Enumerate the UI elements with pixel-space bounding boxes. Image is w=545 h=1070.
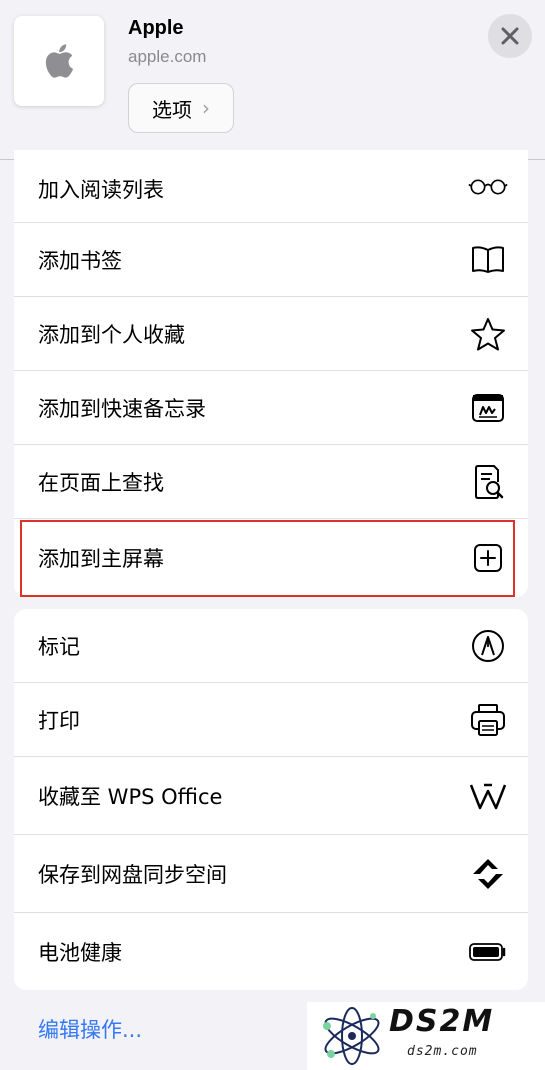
- site-icon: [14, 16, 104, 106]
- menu-item-label: 添加书签: [38, 249, 122, 273]
- markup-pen-icon: [468, 626, 508, 666]
- site-title: Apple: [128, 17, 184, 39]
- menu-item-label: 添加到快速备忘录: [38, 397, 206, 421]
- printer-icon: [468, 700, 508, 740]
- action-list-secondary: 标记 打印 收藏至 WPS Office 保存到网盘同步空间 电池健康: [14, 609, 528, 990]
- menu-item-print[interactable]: 打印: [14, 683, 528, 757]
- options-button[interactable]: 选项 ›: [128, 83, 234, 133]
- menu-item-label: 加入阅读列表: [38, 178, 164, 202]
- atom-logo-icon: [323, 1007, 380, 1065]
- close-icon: [501, 27, 519, 45]
- options-label: 选项: [152, 97, 192, 122]
- menu-item-label: 添加到个人收藏: [38, 323, 185, 347]
- book-icon: [468, 240, 508, 280]
- star-icon: [468, 314, 508, 354]
- battery-icon: [468, 932, 508, 972]
- menu-item-label: 标记: [38, 635, 80, 659]
- menu-item-label: 收藏至 WPS Office: [38, 785, 223, 809]
- action-list-primary: 加入阅读列表 添加书签 添加到个人收藏 添加到快速备忘录 在页面上查找 添加到主…: [14, 150, 528, 597]
- glasses-icon: [468, 167, 508, 207]
- menu-item-markup[interactable]: 标记: [14, 609, 528, 683]
- menu-item-label: 保存到网盘同步空间: [38, 863, 227, 887]
- watermark-brand: DS2M: [389, 1004, 495, 1039]
- menu-item-sync-space[interactable]: 保存到网盘同步空间: [14, 835, 528, 913]
- menu-item-label: 打印: [38, 709, 80, 733]
- apple-logo-icon: [45, 44, 74, 78]
- quick-note-icon: [468, 388, 508, 428]
- plus-square-icon: [468, 538, 508, 578]
- menu-item-wps-office[interactable]: 收藏至 WPS Office: [14, 757, 528, 835]
- share-sheet-header: Apple apple.com 选项 ›: [0, 0, 545, 160]
- chevron-right-icon: ›: [202, 96, 210, 120]
- menu-item-reading-list[interactable]: 加入阅读列表: [14, 150, 528, 223]
- site-url: apple.com: [128, 47, 207, 66]
- menu-item-label: 添加到主屏幕: [38, 547, 164, 571]
- find-in-page-icon: [468, 462, 508, 502]
- menu-item-add-favorites[interactable]: 添加到个人收藏: [14, 297, 528, 371]
- menu-item-add-bookmark[interactable]: 添加书签: [14, 223, 528, 297]
- menu-item-find-on-page[interactable]: 在页面上查找: [14, 445, 528, 519]
- menu-item-battery-health[interactable]: 电池健康: [14, 913, 528, 990]
- close-button[interactable]: [488, 14, 532, 58]
- watermark: DS2M ds2m.com: [307, 1002, 545, 1070]
- wps-icon: [468, 776, 508, 816]
- menu-item-label: 在页面上查找: [38, 471, 164, 495]
- watermark-domain: ds2m.com: [407, 1044, 478, 1059]
- menu-item-quick-note[interactable]: 添加到快速备忘录: [14, 371, 528, 445]
- edit-actions-link[interactable]: 编辑操作...: [38, 1014, 142, 1044]
- menu-item-label: 电池健康: [38, 940, 122, 965]
- sync-space-icon: [468, 854, 508, 894]
- menu-item-add-to-home-screen[interactable]: 添加到主屏幕: [14, 519, 528, 597]
